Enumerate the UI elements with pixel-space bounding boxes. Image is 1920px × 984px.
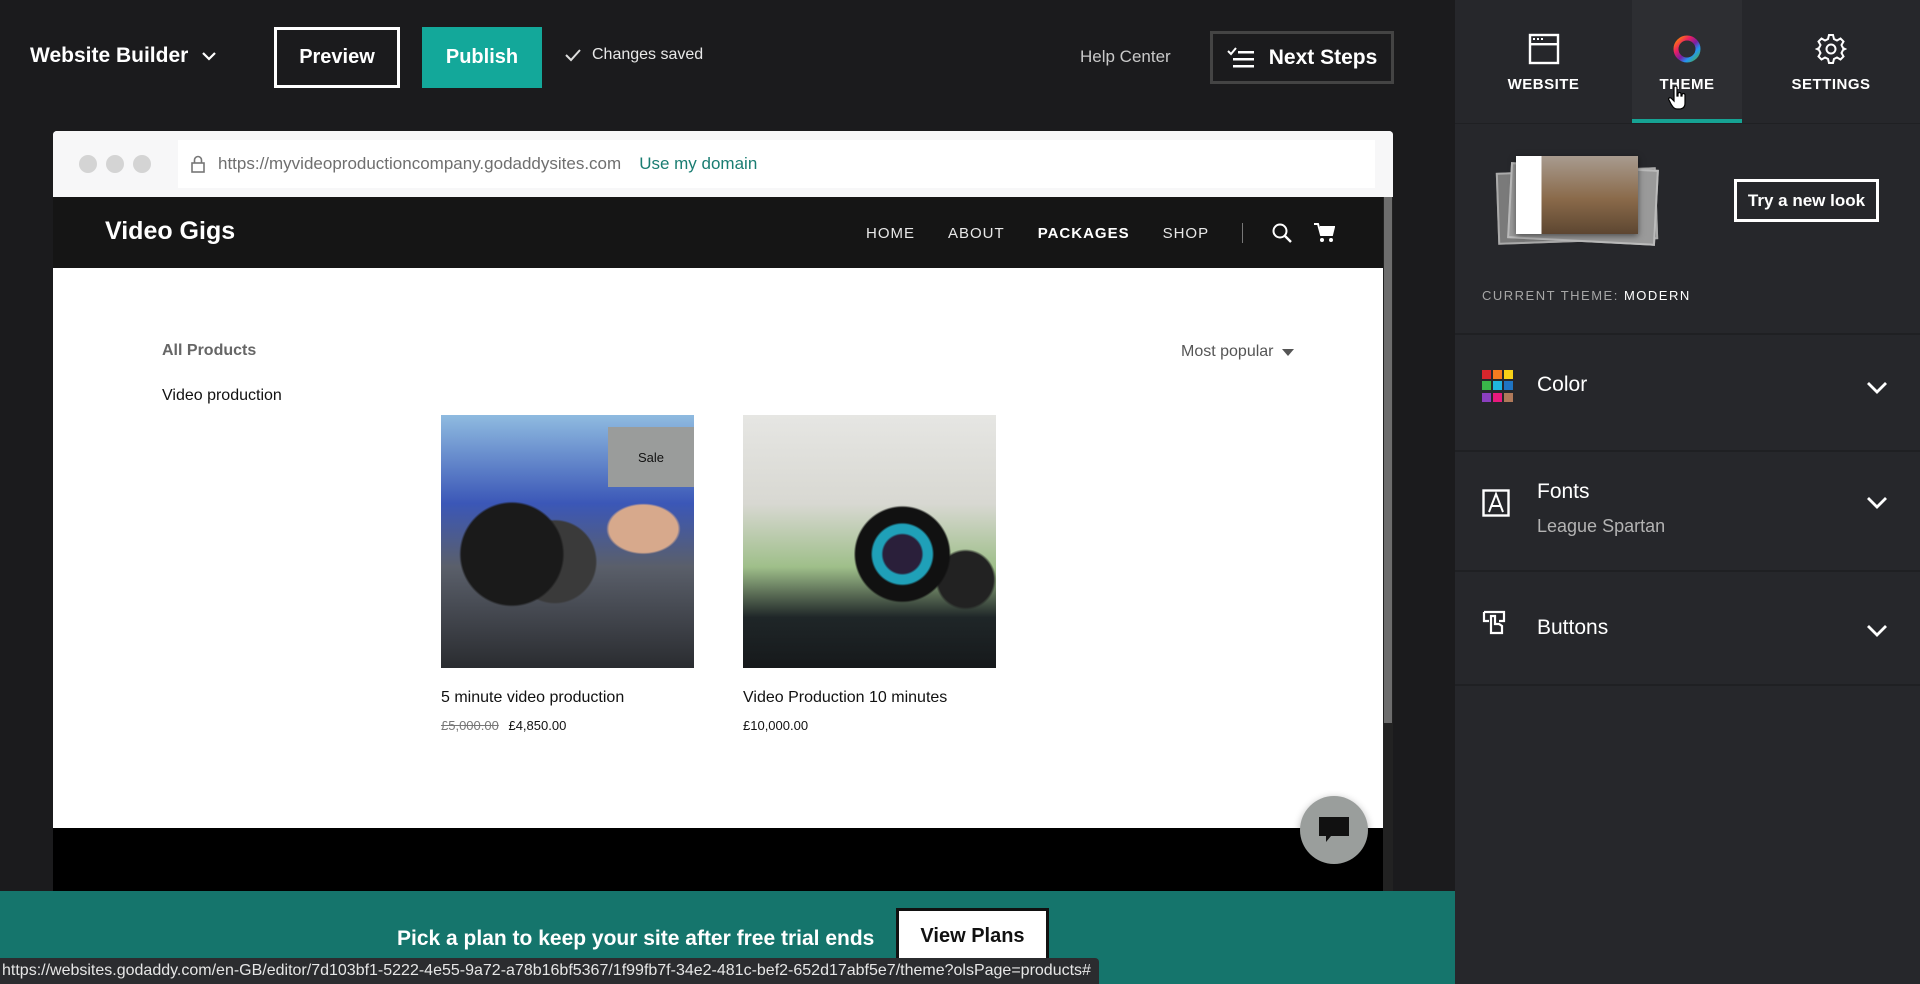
preview-button[interactable]: Preview	[274, 27, 400, 88]
chat-button[interactable]	[1300, 796, 1368, 864]
save-status: Changes saved	[564, 46, 703, 64]
product-title: 5 minute video production	[441, 689, 625, 706]
nav-home[interactable]: HOME	[866, 225, 915, 242]
website-builder-menu[interactable]: Website Builder	[30, 44, 218, 68]
scrollbar-thumb[interactable]	[1384, 197, 1392, 723]
chevron-down-icon	[1867, 382, 1887, 394]
help-center-link[interactable]: Help Center	[1080, 47, 1171, 67]
trial-banner-text: Pick a plan to keep your site after free…	[397, 927, 875, 950]
browser-window-icon	[1528, 33, 1559, 65]
color-swatch	[1504, 392, 1513, 402]
chevron-down-icon	[1867, 625, 1887, 637]
cart-icon[interactable]	[1313, 222, 1336, 244]
site-url: https://myvideoproductioncompany.godaddy…	[218, 154, 622, 173]
site-header: Video Gigs HOME ABOUT PACKAGES SHOP	[53, 197, 1393, 268]
active-tab-indicator	[1632, 119, 1742, 123]
checklist-icon	[1227, 46, 1254, 67]
current-font: League Spartan	[1537, 516, 1666, 536]
preview-scrollbar[interactable]	[1383, 197, 1393, 891]
tab-label: SETTINGS	[1791, 76, 1871, 93]
product-card[interactable]: Sale 5 minute video production £5,000.00…	[441, 415, 694, 733]
next-steps-label: Next Steps	[1268, 45, 1378, 69]
color-swatch	[1493, 392, 1502, 402]
tab-label: WEBSITE	[1507, 76, 1580, 93]
sale-badge: Sale	[608, 427, 694, 487]
color-swatch	[1482, 370, 1491, 379]
use-my-domain-link[interactable]: Use my domain	[639, 154, 757, 174]
current-theme-label: CURRENT THEME: MODERN	[1482, 288, 1691, 303]
site-preview-frame: https://myvideoproductioncompany.godaddy…	[53, 131, 1393, 891]
window-dots	[79, 155, 151, 173]
caret-down-icon	[1281, 348, 1294, 356]
sale-price: £4,850.00	[508, 718, 567, 733]
chevron-down-icon	[202, 52, 217, 61]
nav-packages[interactable]: PACKAGES	[1038, 225, 1130, 242]
try-new-look-button[interactable]: Try a new look	[1734, 179, 1879, 222]
color-swatch	[1493, 370, 1502, 379]
nav-divider	[1242, 223, 1244, 243]
sort-value: Most popular	[1181, 343, 1274, 360]
chat-bubble-icon	[1319, 817, 1349, 842]
color-swatch	[1504, 370, 1513, 379]
link-hover-status-url: https://websites.godaddy.com/en-GB/edito…	[0, 958, 1099, 984]
button-touch-icon	[1482, 610, 1506, 635]
all-products-link[interactable]: All Products	[162, 342, 256, 360]
nav-about[interactable]: ABOUT	[948, 225, 1005, 242]
product-card[interactable]: Video Production 10 minutes £10,000.00	[743, 415, 996, 733]
color-section[interactable]: Color	[1455, 335, 1920, 452]
tab-settings[interactable]: SETTINGS	[1742, 0, 1920, 123]
original-price: £5,000.00	[441, 718, 499, 733]
color-swatch	[1482, 381, 1491, 391]
checkmark-icon	[565, 49, 581, 62]
price: £10,000.00	[743, 718, 809, 733]
theme-panel: WEBSITE THEME SETTINGS Try a new look CU…	[1455, 0, 1920, 984]
theme-thumbnail	[1495, 154, 1659, 246]
editor-topbar: Website Builder Preview Publish Changes …	[0, 0, 1455, 114]
browser-chrome: https://myvideoproductioncompany.godaddy…	[53, 131, 1393, 197]
site-footer	[53, 828, 1383, 891]
color-ring-icon	[1673, 35, 1701, 63]
color-swatch	[1493, 381, 1502, 391]
color-swatch	[1482, 392, 1491, 402]
color-swatch	[1504, 381, 1513, 391]
product-price: £5,000.00 £4,850.00	[441, 718, 694, 733]
buttons-section[interactable]: Buttons	[1455, 572, 1920, 686]
save-status-text: Changes saved	[592, 46, 704, 63]
view-plans-button[interactable]: View Plans	[896, 908, 1049, 964]
site-nav-menu: HOME ABOUT PACKAGES SHOP	[866, 222, 1355, 244]
next-steps-button[interactable]: Next Steps	[1210, 31, 1394, 84]
chevron-down-icon	[1867, 497, 1887, 509]
category-video-production[interactable]: Video production	[162, 387, 282, 405]
tab-website[interactable]: WEBSITE	[1455, 0, 1632, 123]
current-theme-name: MODERN	[1623, 288, 1691, 303]
section-title: Fonts	[1537, 480, 1590, 503]
search-icon[interactable]	[1271, 222, 1293, 244]
lock-icon	[191, 155, 205, 173]
color-palette-icon	[1482, 370, 1514, 402]
section-title: Buttons	[1537, 616, 1609, 639]
sort-dropdown[interactable]: Most popular	[1181, 343, 1294, 361]
font-icon	[1482, 489, 1510, 517]
section-title: Color	[1537, 373, 1588, 396]
address-bar: https://myvideoproductioncompany.godaddy…	[178, 140, 1375, 188]
product-title: Video Production 10 minutes	[743, 689, 948, 706]
current-theme-section: Try a new look CURRENT THEME: MODERN	[1455, 124, 1920, 335]
product-price: £10,000.00	[743, 718, 996, 733]
products-page: All Products Video production Most popul…	[53, 268, 1383, 828]
gear-icon	[1815, 34, 1847, 64]
product-image-cinema-camera	[743, 415, 996, 668]
publish-button[interactable]: Publish	[422, 27, 542, 88]
site-logo[interactable]: Video Gigs	[105, 217, 235, 246]
product-image-camcorder: Sale	[441, 415, 694, 668]
fonts-section[interactable]: Fonts League Spartan	[1455, 452, 1920, 572]
brand-label: Website Builder	[30, 44, 189, 67]
nav-shop[interactable]: SHOP	[1163, 225, 1210, 242]
hand-pointer-cursor	[1668, 86, 1686, 110]
